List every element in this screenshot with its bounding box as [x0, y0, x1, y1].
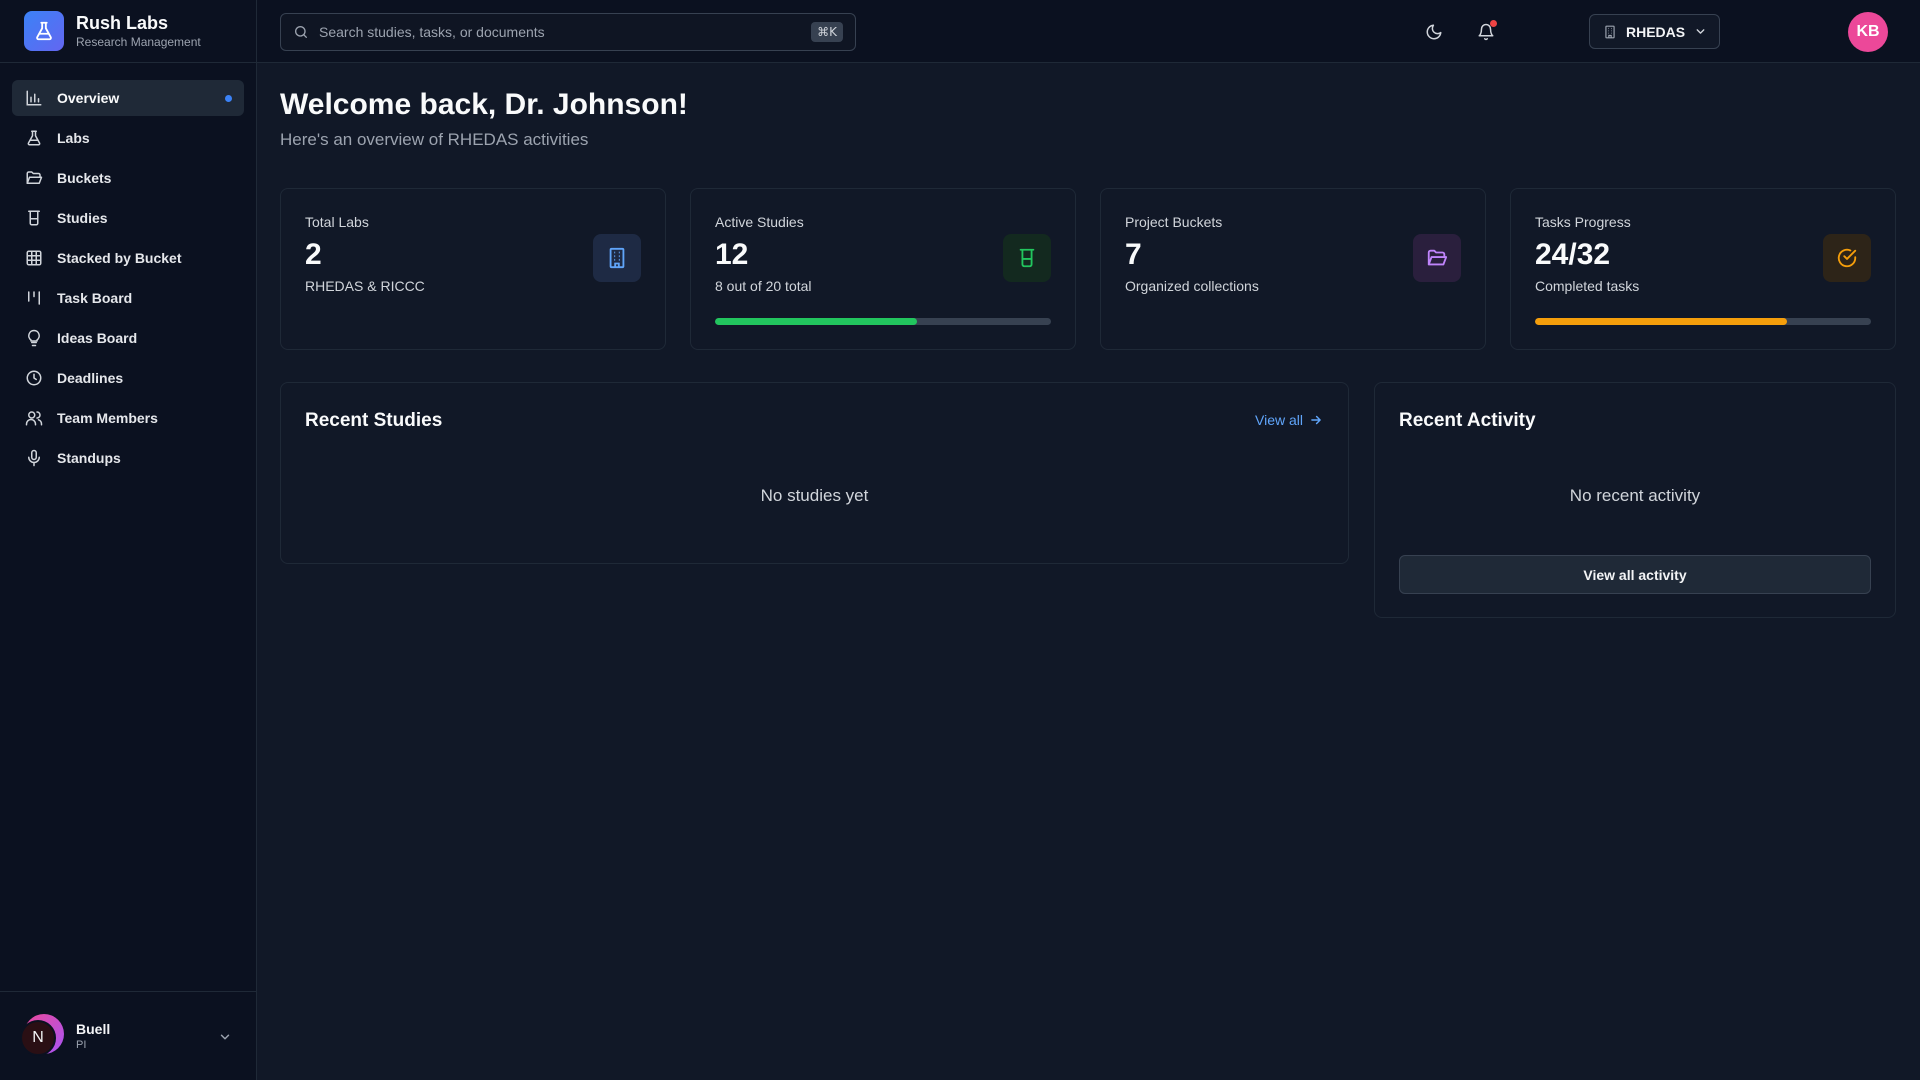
sidebar-item-label: Deadlines: [57, 370, 124, 386]
sidebar-item-standups[interactable]: Standups: [12, 440, 244, 476]
stat-label: Project Buckets: [1125, 214, 1223, 230]
user-name: Buell: [76, 1021, 111, 1037]
sidebar-item-overview[interactable]: Overview: [12, 80, 244, 116]
lightbulb-icon: [25, 329, 43, 347]
sidebar-item-label: Labs: [57, 130, 90, 146]
lab-selector[interactable]: RHEDAS: [1589, 14, 1720, 49]
progress-fill: [1535, 318, 1787, 325]
beaker-icon: [1003, 234, 1051, 282]
page-title: Welcome back, Dr. Johnson!: [280, 88, 688, 121]
main-content: Welcome back, Dr. Johnson! Here's an ove…: [280, 63, 1896, 618]
sidebar-item-team-members[interactable]: Team Members: [12, 400, 244, 436]
stat-value: 2: [305, 238, 322, 271]
sidebar-item-label: Standups: [57, 450, 121, 466]
recent-activity-panel: Recent Activity No recent activity View …: [1374, 382, 1896, 618]
sidebar-item-deadlines[interactable]: Deadlines: [12, 360, 244, 396]
avatar: N: [20, 1014, 64, 1058]
arrow-right-icon: [1309, 413, 1323, 427]
folder-open-icon: [1413, 234, 1461, 282]
notification-dot: [1490, 20, 1497, 27]
stat-sub: RHEDAS & RICCC: [305, 278, 425, 294]
sidebar-item-label: Stacked by Bucket: [57, 250, 182, 266]
sidebar: Rush Labs Research Management Overview L…: [0, 0, 257, 1080]
stat-card-active-studies[interactable]: Active Studies 12 8 out of 20 total: [690, 188, 1076, 350]
notifications-button[interactable]: [1474, 20, 1498, 44]
folder-open-icon: [25, 169, 43, 187]
sidebar-item-label: Overview: [57, 90, 120, 106]
stat-card-tasks-progress[interactable]: Tasks Progress 24/32 Completed tasks: [1510, 188, 1896, 350]
stat-sub: Completed tasks: [1535, 278, 1640, 294]
stat-card-total-labs[interactable]: Total Labs 2 RHEDAS & RICCC: [280, 188, 666, 350]
sidebar-item-ideas-board[interactable]: Ideas Board: [12, 320, 244, 356]
stat-card-project-buckets[interactable]: Project Buckets 7 Organized collections: [1100, 188, 1486, 350]
chevron-down-icon[interactable]: [218, 1030, 232, 1044]
grid-icon: [25, 249, 43, 267]
view-all-activity-button[interactable]: View all activity: [1399, 555, 1871, 594]
topbar: ⌘K RHEDAS KB: [257, 0, 1920, 63]
progress-bar: [715, 318, 1051, 325]
beaker-icon: [25, 209, 43, 227]
sidebar-item-labs[interactable]: Labs: [12, 120, 244, 156]
stats-row: Total Labs 2 RHEDAS & RICCC Active Studi…: [280, 188, 1896, 350]
active-indicator-dot: [225, 95, 232, 102]
sidebar-item-stacked-by-bucket[interactable]: Stacked by Bucket: [12, 240, 244, 276]
stat-label: Active Studies: [715, 214, 804, 230]
sidebar-item-label: Ideas Board: [57, 330, 138, 346]
empty-state: No studies yet: [760, 486, 869, 505]
stat-sub: Organized collections: [1125, 278, 1259, 294]
search-input[interactable]: [319, 24, 799, 40]
user-menu[interactable]: N Buell PI: [0, 991, 256, 1080]
sidebar-nav: Overview Labs Buckets Studies Stacked by…: [0, 63, 256, 476]
moon-icon: [1425, 23, 1443, 41]
view-all-link[interactable]: View all: [1255, 412, 1323, 428]
view-all-label: View all: [1255, 412, 1303, 428]
sidebar-item-label: Team Members: [57, 410, 158, 426]
users-icon: [25, 409, 43, 427]
flask-icon: [25, 129, 43, 147]
sidebar-item-buckets[interactable]: Buckets: [12, 160, 244, 196]
progress-fill: [715, 318, 917, 325]
avatar-initial: N: [20, 1020, 56, 1056]
building-icon: [1603, 25, 1617, 39]
stat-label: Total Labs: [305, 214, 369, 230]
flask-logo-icon: [24, 11, 64, 51]
brand-subtitle: Research Management: [76, 35, 201, 49]
microphone-icon: [25, 449, 43, 467]
sidebar-item-label: Buckets: [57, 170, 112, 186]
stat-value: 12: [715, 238, 749, 271]
profile-avatar[interactable]: KB: [1848, 12, 1888, 52]
kanban-icon: [25, 289, 43, 307]
lab-selector-label: RHEDAS: [1626, 23, 1686, 40]
search-box[interactable]: ⌘K: [280, 13, 856, 51]
theme-toggle-button[interactable]: [1422, 20, 1446, 44]
panel-title: Recent Studies: [305, 410, 443, 431]
brand-name: Rush Labs: [76, 13, 169, 33]
page-subtitle: Here's an overview of RHEDAS activities: [280, 130, 589, 149]
progress-bar: [1535, 318, 1871, 325]
keyboard-shortcut-badge: ⌘K: [811, 22, 843, 42]
chevron-down-icon: [1694, 25, 1707, 38]
check-circle-icon: [1823, 234, 1871, 282]
brand[interactable]: Rush Labs Research Management: [0, 0, 256, 63]
clock-icon: [25, 369, 43, 387]
search-icon: [293, 24, 309, 40]
bar-chart-icon: [25, 89, 43, 107]
stat-label: Tasks Progress: [1535, 214, 1631, 230]
sidebar-item-task-board[interactable]: Task Board: [12, 280, 244, 316]
user-role: PI: [76, 1039, 87, 1051]
empty-state: No recent activity: [1569, 486, 1701, 505]
sidebar-item-label: Task Board: [57, 290, 133, 306]
sidebar-item-label: Studies: [57, 210, 108, 226]
stat-value: 7: [1125, 238, 1142, 271]
building-icon: [593, 234, 641, 282]
stat-sub: 8 out of 20 total: [715, 278, 812, 294]
sidebar-item-studies[interactable]: Studies: [12, 200, 244, 236]
stat-value: 24/32: [1535, 238, 1611, 271]
recent-studies-panel: Recent Studies View all No studies yet: [280, 382, 1349, 564]
panel-title: Recent Activity: [1399, 410, 1536, 431]
